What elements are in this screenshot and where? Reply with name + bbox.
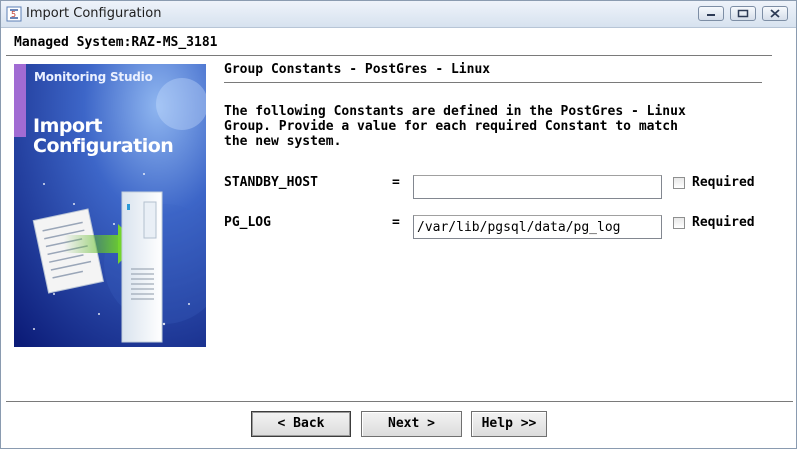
maximize-button[interactable] — [730, 6, 756, 21]
pg-log-input[interactable] — [413, 215, 662, 239]
description-line: Group. Provide a value for each required… — [224, 119, 678, 134]
description-text: The following Constants are defined in t… — [224, 104, 744, 149]
equals-sign: = — [392, 175, 400, 190]
managed-system-label: Managed System:RAZ-MS_3181 — [14, 35, 218, 50]
close-icon — [770, 9, 780, 18]
svg-text:5: 5 — [11, 10, 16, 19]
wizard-banner-image: Monitoring Studio Import Configuration — [14, 64, 206, 347]
back-button[interactable]: < Back — [251, 411, 351, 437]
banner-title-line1: Import — [33, 115, 102, 137]
banner-title-line2: Configuration — [33, 135, 174, 157]
app-icon: 5 — [6, 6, 22, 22]
description-line: the new system. — [224, 134, 342, 149]
dialog-body: Managed System:RAZ-MS_3181 Monitoring St… — [1, 28, 796, 448]
footer-divider — [6, 401, 793, 403]
window-title: Import Configuration — [26, 6, 162, 21]
banner-title: Import Configuration — [33, 115, 174, 157]
standby-host-required-checkbox[interactable] — [673, 177, 685, 189]
section-title: Group Constants - PostGres - Linux — [224, 62, 491, 77]
required-label: Required — [692, 175, 755, 190]
banner-illustration — [14, 64, 206, 347]
close-button[interactable] — [762, 6, 788, 21]
constant-name-standby-host: STANDBY_HOST — [224, 175, 318, 190]
pg-log-required-checkbox[interactable] — [673, 217, 685, 229]
next-button[interactable]: Next > — [361, 411, 462, 437]
standby-host-input[interactable] — [413, 175, 662, 199]
minimize-button[interactable] — [698, 6, 724, 21]
maximize-icon — [737, 9, 749, 18]
title-bar[interactable]: 5 Import Configuration — [1, 1, 796, 28]
banner-brand: Monitoring Studio — [34, 70, 153, 84]
header-divider — [6, 55, 772, 57]
constant-name-pg-log: PG_LOG — [224, 215, 271, 230]
minimize-icon — [707, 14, 715, 16]
import-configuration-window: 5 Import Configuration Managed System:RA… — [0, 0, 797, 449]
required-label: Required — [692, 215, 755, 230]
equals-sign: = — [392, 215, 400, 230]
description-line: The following Constants are defined in t… — [224, 104, 686, 119]
help-button[interactable]: Help >> — [471, 411, 547, 437]
section-divider — [224, 82, 762, 84]
